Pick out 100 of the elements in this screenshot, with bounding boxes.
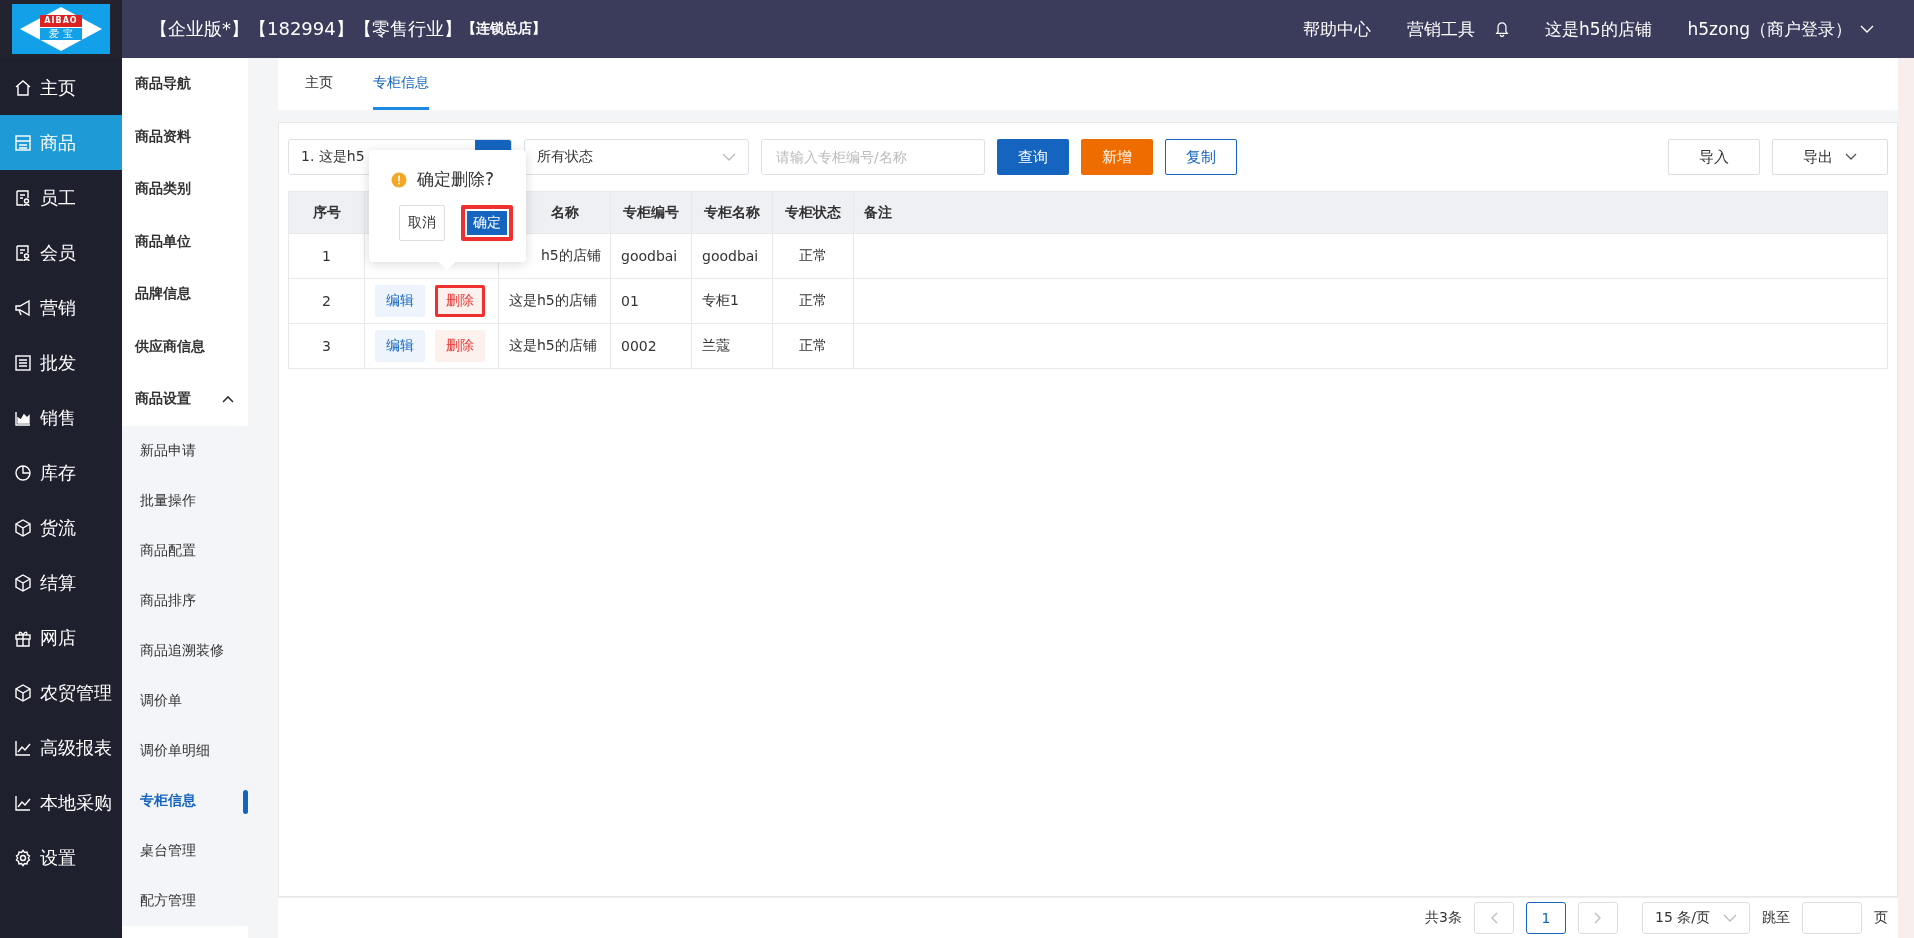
sidebar-item[interactable]: 农贸管理 [0, 665, 122, 720]
row-action-button[interactable]: 编辑 [375, 285, 425, 317]
cube-icon [14, 573, 32, 592]
sidebar-item[interactable]: 员工 [0, 170, 122, 225]
tab[interactable]: 专柜信息 [373, 58, 429, 110]
submenu-item[interactable]: 商品单位 [122, 215, 248, 268]
cube-icon [14, 518, 32, 537]
horn-icon [14, 298, 32, 317]
scrollbar-track[interactable] [1898, 58, 1914, 938]
submenu-item[interactable]: 供应商信息 [122, 320, 248, 373]
gear-icon [14, 848, 32, 867]
table-cell: 2 [289, 279, 365, 323]
sidebar-item[interactable]: 货流 [0, 500, 122, 555]
submenu-item[interactable]: 商品配置 [122, 525, 248, 576]
toolbar-button[interactable]: 复制 [1165, 139, 1237, 175]
submenu-item[interactable]: 配方管理 [122, 875, 248, 926]
submenu-item[interactable]: 新品申请 [122, 425, 248, 476]
search-field[interactable]: 请输入专柜编号/名称 [761, 139, 985, 175]
sidebar-item[interactable]: 库存 [0, 445, 122, 500]
home-icon [14, 78, 32, 97]
store-name-link[interactable]: 这是h5的店铺 [1544, 17, 1652, 41]
chevron-icon [222, 395, 234, 404]
list-icon [14, 353, 32, 372]
toolbar-button[interactable]: 导出 [1772, 139, 1888, 175]
table-cell: 正常 [773, 279, 854, 323]
header-title: 【企业版*】 [150, 17, 249, 41]
previous-page-button[interactable] [1474, 902, 1514, 934]
sidebar-item[interactable]: 批发 [0, 335, 122, 390]
table-cell: goodbai [692, 234, 773, 278]
cancel-button[interactable]: 取消 [399, 205, 445, 241]
header-link[interactable]: 营销工具 [1406, 17, 1475, 41]
submenu-item[interactable]: 商品追溯装修 [122, 625, 248, 676]
row-action-button[interactable]: 删除 [435, 285, 485, 317]
header-title: 【零售行业】 [353, 17, 462, 41]
sidebar-item[interactable]: 本地采购 [0, 775, 122, 830]
table-cell: 这是h5的店铺 [499, 324, 611, 368]
submenu-item[interactable]: 批量操作 [122, 475, 248, 526]
sidebar-item[interactable]: 设置 [0, 830, 122, 885]
sidebar-item[interactable]: 营销 [0, 280, 122, 335]
user-menu[interactable]: h5zong（商户登录） [1687, 17, 1874, 41]
page-size-select[interactable]: 15 条/页 [1642, 902, 1750, 934]
chevron-right-icon [1594, 912, 1602, 924]
line-icon [14, 793, 32, 812]
line-icon [14, 738, 32, 757]
pie-icon [14, 463, 32, 482]
table-cell: 1 [289, 234, 365, 278]
submenu-item[interactable]: 调价单明细 [122, 725, 248, 776]
sidebar-item[interactable]: 会员 [0, 225, 122, 280]
page-jump-field[interactable] [1802, 902, 1862, 934]
column-header: 专柜名称 [692, 192, 773, 233]
table-cell: 兰蔻 [692, 324, 773, 368]
row-action-button[interactable]: 编辑 [375, 330, 425, 362]
submenu-item[interactable]: 商品排序 [122, 575, 248, 626]
table-cell: 3 [289, 324, 365, 368]
page-button[interactable]: 1 [1526, 902, 1566, 934]
header-title: 【182994】 [249, 17, 354, 41]
column-header: 专柜编号 [611, 192, 692, 233]
header-subtitle: 【连锁总店】 [461, 20, 546, 38]
submenu-item[interactable]: 商品类别 [122, 163, 248, 216]
status-select[interactable]: 所有状态 [524, 139, 749, 175]
table-cell: 01 [611, 279, 692, 323]
toolbar-button[interactable]: 查询 [997, 139, 1069, 175]
table-cell: 正常 [773, 234, 854, 278]
badge-icon [14, 188, 32, 207]
submenu-item[interactable]: 桌台管理 [122, 825, 248, 876]
tab[interactable]: 主页 [305, 58, 333, 110]
table-cell: 这是h5的店铺 [499, 279, 611, 323]
chevron-down-icon [1860, 24, 1874, 34]
logo-text: 爱 宝 [40, 28, 82, 40]
column-header: 序号 [289, 192, 365, 233]
table-cell: goodbai [611, 234, 692, 278]
chevron-down-icon [1723, 913, 1737, 923]
notification-bell-icon[interactable] [1494, 21, 1509, 37]
submenu-item[interactable]: 专柜信息 [122, 775, 248, 826]
table-cell: 0002 [611, 324, 692, 368]
confirm-button[interactable]: 确定 [461, 205, 513, 241]
submenu-item[interactable]: 商品设置 [122, 373, 248, 426]
sidebar-item[interactable]: 结算 [0, 555, 122, 610]
submenu-item[interactable]: 商品导航 [122, 58, 248, 111]
submenu-item[interactable]: 品牌信息 [122, 268, 248, 321]
next-page-button[interactable] [1578, 902, 1618, 934]
sidebar-item[interactable]: 销售 [0, 390, 122, 445]
logo-text: AIBAO [40, 15, 82, 27]
submenu-item[interactable]: 调价单 [122, 675, 248, 726]
row-action-button[interactable]: 删除 [435, 330, 485, 362]
confirm-message: 确定删除? [417, 168, 495, 191]
sidebar-item[interactable]: 高级报表 [0, 720, 122, 775]
warning-icon [391, 171, 407, 188]
sidebar-item[interactable]: 网店 [0, 610, 122, 665]
column-header: 备注 [863, 202, 893, 222]
cube-icon [14, 683, 32, 702]
jump-label: 跳至 [1762, 909, 1790, 927]
header-link[interactable]: 帮助中心 [1302, 17, 1371, 41]
table-cell: 专柜1 [692, 279, 773, 323]
table-cell: 正常 [773, 324, 854, 368]
chevron-left-icon [1490, 912, 1498, 924]
badge-icon [14, 243, 32, 262]
submenu-item[interactable]: 商品资料 [122, 110, 248, 163]
toolbar-button[interactable]: 导入 [1668, 139, 1760, 175]
sidebar-item[interactable]: 主页 [0, 60, 122, 115]
